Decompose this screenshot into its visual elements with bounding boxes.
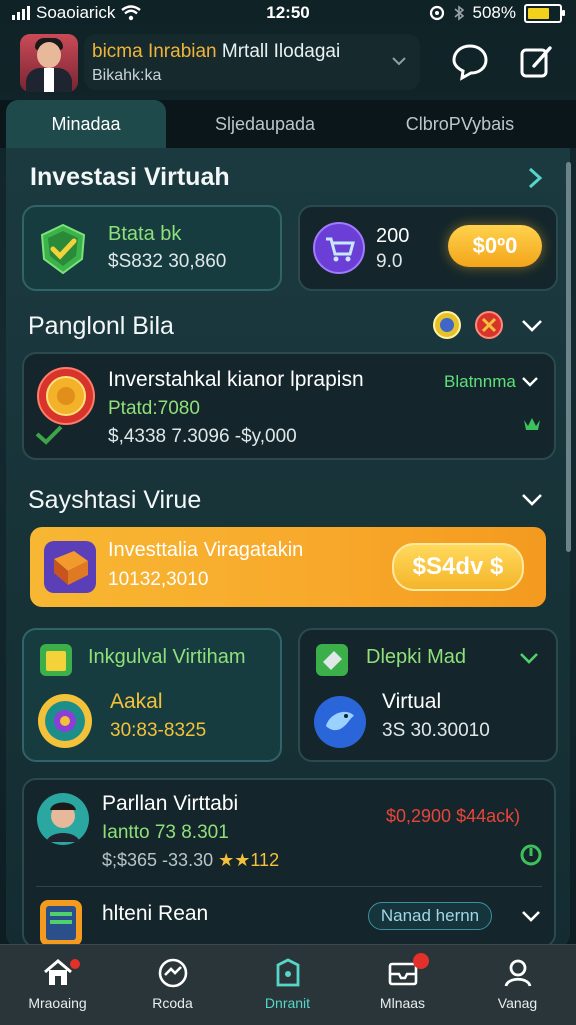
check-icon xyxy=(35,425,63,445)
bottom-navigation: Mraoaing Rcoda Dnranit Mlnaas Vanag xyxy=(0,944,576,1025)
gold-coin-icon xyxy=(37,367,95,425)
user-avatar[interactable] xyxy=(20,34,78,92)
wallet-icon xyxy=(276,958,300,987)
tab-clbropvybais[interactable]: ClbroPVybais xyxy=(370,100,550,148)
list-item-title: hlteni Rean xyxy=(102,902,209,925)
ticket-icon xyxy=(316,644,348,676)
grid-card-inkgulval[interactable]: Inkgulval Virtiham Aakal 30:83-8325 xyxy=(22,628,282,762)
banner-price-button[interactable]: $S4dv $ xyxy=(392,543,524,591)
tab-bar: Minadaa Sljedaupada ClbroPVybais xyxy=(0,100,576,148)
list-item[interactable]: hlteni Rean Nanad hernn xyxy=(24,888,554,946)
grid-card-2-label: Virtual xyxy=(382,690,442,713)
target-icon xyxy=(38,694,92,748)
shield-check-icon xyxy=(40,223,86,275)
banner-value: 10132,3010 xyxy=(108,569,209,590)
bluetooth-icon xyxy=(453,5,464,21)
divider xyxy=(36,886,542,887)
notification-dot xyxy=(413,953,429,969)
section-title-sayshtasi: Sayshtasi Virue xyxy=(28,486,202,514)
chat-icon[interactable] xyxy=(448,40,492,84)
coin-icon[interactable] xyxy=(432,310,462,340)
app-screen: Soaoiarick 12:50 508% bicma Inrabian Mrt… xyxy=(0,0,576,1025)
grid-card-dlepki[interactable]: Dlepki Mad Virtual 3S 30.30010 xyxy=(298,628,558,762)
chevron-down-icon[interactable] xyxy=(520,372,540,390)
crown-icon xyxy=(524,418,540,430)
account-switcher[interactable]: bicma Inrabian Mrtall Ilodagai Bikahk:ka xyxy=(84,34,420,90)
chevron-down-icon[interactable] xyxy=(520,314,544,336)
nav-label: Vanag xyxy=(497,995,538,1011)
cart-price-button[interactable]: $0º0 xyxy=(448,225,542,267)
investment-card-cart[interactable]: 200 9.0 $0º0 xyxy=(298,205,558,291)
gift-box-icon xyxy=(44,541,96,593)
folder-icon xyxy=(40,644,72,676)
app-header: bicma Inrabian Mrtall Ilodagai Bikahk:ka xyxy=(14,30,562,94)
list-item[interactable]: Parllan Virttabi Iantto 73 8.301 $;$365 … xyxy=(24,780,554,884)
list-item-amount: $0,2900 $44ack) xyxy=(386,806,521,826)
chevron-right-icon[interactable] xyxy=(524,166,546,190)
plan-value: $,4338 7.3096 -$y,000 xyxy=(108,426,297,447)
star-rating: ★★112 xyxy=(218,850,280,870)
tools-icon[interactable] xyxy=(474,310,504,340)
card-cart-line2: 9.0 xyxy=(376,251,403,272)
investment-card-balance[interactable]: Btata bk $S832 30,860 xyxy=(22,205,282,291)
trade-icon xyxy=(158,958,188,988)
nav-label: Rcoda xyxy=(152,995,193,1011)
chevron-down-icon[interactable] xyxy=(520,906,542,926)
bird-icon xyxy=(314,696,366,748)
nav-label: Mraoaing xyxy=(28,995,87,1011)
battery-percent: 508% xyxy=(472,3,516,22)
notification-dot xyxy=(70,959,80,969)
chevron-down-icon xyxy=(392,57,406,66)
chevron-down-icon[interactable] xyxy=(518,648,540,668)
user-name-highlight: bicma Inrabian xyxy=(92,41,217,62)
section-title-panglonl: Panglonl Bila xyxy=(28,312,174,340)
chevron-down-icon[interactable] xyxy=(520,488,544,510)
user-subtitle: Bikahk:ka xyxy=(92,67,162,84)
grid-card-2-title: Dlepki Mad xyxy=(366,646,467,668)
nav-item-inbox[interactable]: Mlnaas xyxy=(345,945,460,1025)
activity-list: Parllan Virttabi Iantto 73 8.301 $;$365 … xyxy=(22,778,556,948)
tab-minadaa[interactable]: Minadaa xyxy=(6,100,166,148)
grid-card-1-title: Inkgulval Virtiham xyxy=(88,646,246,668)
plan-tag: Blatnnma xyxy=(444,372,516,391)
card-balance-value: $S832 30,860 xyxy=(108,251,227,272)
profile-icon xyxy=(504,959,532,987)
card-cart-line1: 200 xyxy=(376,225,410,247)
avatar xyxy=(37,793,89,845)
battery-icon xyxy=(524,3,565,23)
tab-sljedaupada[interactable]: Sljedaupada xyxy=(180,100,350,148)
plan-subtitle: Ptatd:7080 xyxy=(108,398,200,419)
grid-card-1-label: Aakal xyxy=(110,690,163,713)
scrollbar[interactable] xyxy=(566,162,571,552)
section-title-investasi: Investasi Virtuah xyxy=(30,163,230,191)
promo-banner[interactable]: Investtalia Viragatakin 10132,3010 $S4dv… xyxy=(30,527,546,607)
tablet-icon xyxy=(40,900,82,946)
nav-item-wallet[interactable]: Dnranit xyxy=(230,945,345,1025)
alarm-icon xyxy=(429,5,444,21)
investment-plan-card[interactable]: Inverstahkal kianor lprapisn Ptatd:7080 … xyxy=(22,352,556,460)
edit-icon[interactable] xyxy=(514,40,558,84)
grid-card-1-value: 30:83-8325 xyxy=(110,720,207,741)
nav-item-profile[interactable]: Vanag xyxy=(460,945,575,1025)
list-item-title: Parllan Virttabi xyxy=(102,792,239,815)
grid-card-2-value: 3S 30.30010 xyxy=(382,720,490,741)
nav-label: Mlnaas xyxy=(379,995,426,1011)
nav-label: Dnranit xyxy=(264,995,311,1011)
status-bar: Soaoiarick 12:50 508% xyxy=(0,0,576,26)
status-badge: Nanad hernn xyxy=(368,902,492,930)
power-icon[interactable] xyxy=(520,844,542,866)
list-item-meta: $;$365 -33.30 ★★112 xyxy=(102,850,279,871)
cart-icon xyxy=(313,222,365,274)
list-item-subtitle: Iantto 73 8.301 xyxy=(102,822,229,843)
user-name: bicma Inrabian Mrtall Ilodagai xyxy=(92,41,340,63)
nav-item-home[interactable]: Mraoaing xyxy=(0,945,115,1025)
plan-title: Inverstahkal kianor lprapisn xyxy=(108,368,364,391)
user-name-rest: Mrtall Ilodagai xyxy=(221,41,341,62)
list-item-meta-value: $;$365 -33.30 xyxy=(102,850,214,870)
banner-title: Investtalia Viragatakin xyxy=(108,539,304,561)
nav-item-trade[interactable]: Rcoda xyxy=(115,945,230,1025)
card-balance-title: Btata bk xyxy=(108,223,182,245)
